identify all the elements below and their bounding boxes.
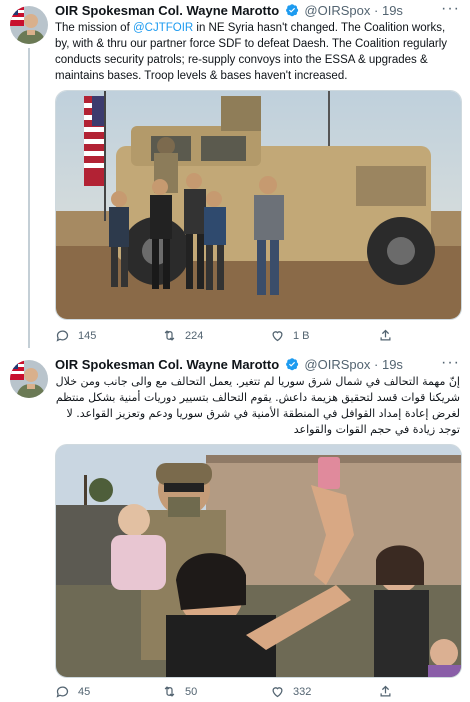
tweet-media-photo[interactable] [55, 90, 462, 320]
more-options-icon[interactable]: ··· [441, 354, 460, 372]
reply-button[interactable]: 45 [55, 684, 90, 699]
heart-icon [272, 331, 283, 342]
tweet-text: إنّ مهمة التحالف في شمال شرق سوريا لم تت… [55, 375, 460, 436]
author-name[interactable]: OIR Spokesman Col. Wayne Marotto [55, 3, 279, 18]
avatar[interactable] [10, 6, 48, 44]
mention-link[interactable]: @CJTFOIR [133, 22, 193, 34]
verified-badge-icon [285, 358, 298, 371]
timestamp[interactable]: 19s [382, 3, 403, 18]
like-button[interactable]: 332 [270, 684, 311, 699]
reply-button[interactable]: 145 [55, 328, 96, 343]
share-button[interactable] [378, 684, 393, 699]
tweet-media-photo[interactable] [55, 444, 462, 678]
retweet-count: 224 [185, 329, 204, 342]
tweet-text-part: The mission of [55, 22, 133, 34]
like-count: 1 B [293, 329, 310, 342]
author-name[interactable]: OIR Spokesman Col. Wayne Marotto [55, 357, 279, 372]
verified-badge-icon [285, 4, 298, 17]
like-count: 332 [293, 685, 312, 698]
retweet-button[interactable]: 224 [162, 328, 203, 343]
heart-icon [272, 687, 283, 698]
retweet-count: 50 [185, 685, 198, 698]
reply-count: 145 [78, 329, 97, 342]
share-button[interactable] [378, 328, 393, 343]
reply-icon [56, 686, 69, 698]
tweet-actions: 45 50 332 [55, 684, 460, 702]
share-icon [380, 329, 391, 341]
tweet-header: OIR Spokesman Col. Wayne Marotto @OIRSpo… [55, 2, 403, 19]
reply-icon [56, 330, 69, 342]
tweet-text: The mission of @CJTFOIR in NE Syria hasn… [55, 20, 460, 84]
retweet-button[interactable]: 50 [162, 684, 197, 699]
tweet-actions: 145 224 1 B [55, 328, 460, 346]
like-button[interactable]: 1 B [270, 328, 310, 343]
separator: · [374, 3, 379, 18]
retweet-icon [164, 686, 175, 697]
timestamp[interactable]: 19s [382, 357, 403, 372]
avatar[interactable] [10, 360, 48, 398]
separator: · [374, 357, 379, 372]
thread-line [28, 48, 30, 348]
author-handle[interactable]: @OIRSpox [304, 3, 370, 18]
tweet-2[interactable]: OIR Spokesman Col. Wayne Marotto @OIRSpo… [0, 354, 470, 702]
author-handle[interactable]: @OIRSpox [304, 357, 370, 372]
share-icon [380, 685, 391, 697]
retweet-icon [164, 330, 175, 341]
reply-count: 45 [78, 685, 91, 698]
tweet-header: OIR Spokesman Col. Wayne Marotto @OIRSpo… [55, 356, 403, 373]
tweet-1[interactable]: OIR Spokesman Col. Wayne Marotto @OIRSpo… [0, 0, 470, 348]
more-options-icon[interactable]: ··· [441, 0, 460, 18]
